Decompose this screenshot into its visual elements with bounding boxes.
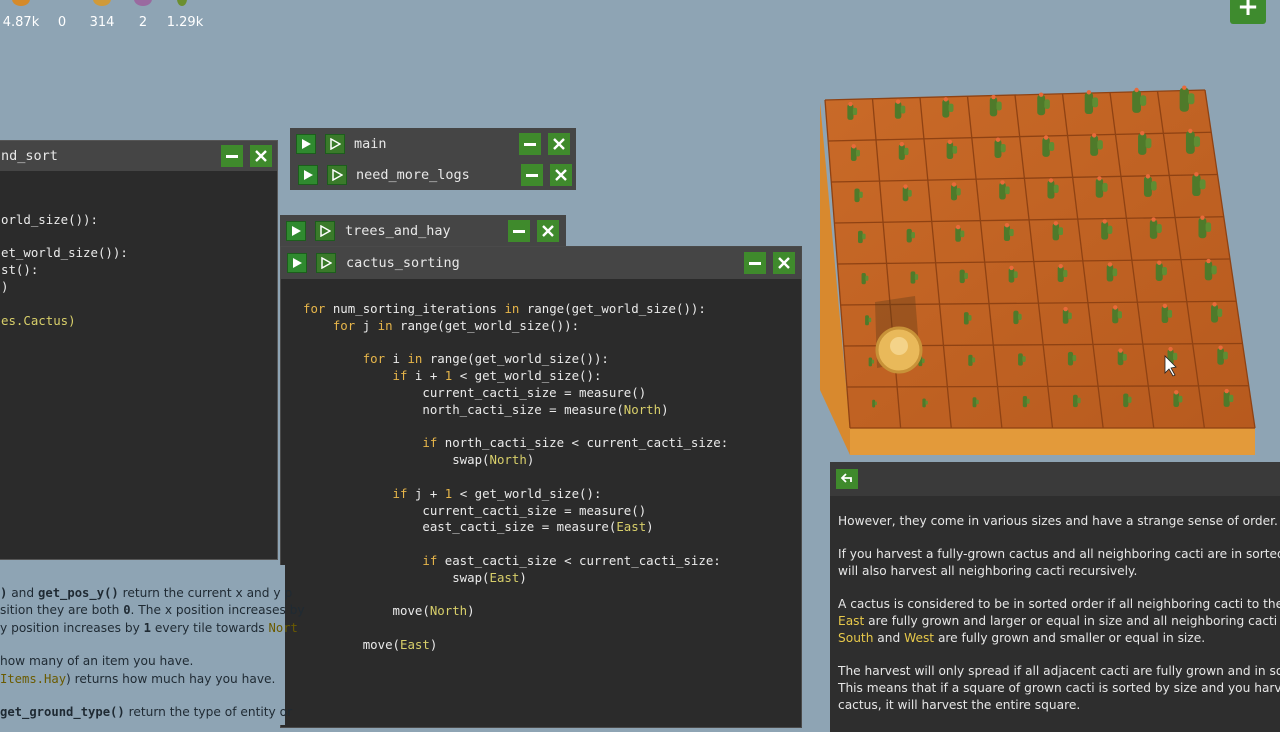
close-icon bbox=[542, 225, 554, 237]
drone bbox=[875, 296, 923, 374]
code-line: for i in range(get_world_size()): bbox=[362, 351, 609, 367]
play-icon bbox=[304, 170, 313, 180]
left-code-editor[interactable]: orld_size()): et_world_size()): st(): ) … bbox=[1, 195, 128, 329]
window-cactus-sorting[interactable]: cactus_sorting for num_sorting_iteration… bbox=[280, 246, 802, 728]
run-button[interactable] bbox=[296, 134, 316, 154]
close-icon bbox=[778, 257, 790, 269]
code-line: for num_sorting_iterations in range(get_… bbox=[303, 301, 706, 316]
docs-line: how many of an item you have. bbox=[0, 654, 194, 668]
window-title: need_more_logs bbox=[356, 167, 470, 183]
minimize-button[interactable] bbox=[521, 164, 543, 186]
back-button[interactable] bbox=[836, 469, 858, 489]
step-button[interactable] bbox=[325, 134, 345, 154]
help-paragraph: cactus, it will harvest the entire squar… bbox=[838, 698, 1081, 712]
run-button[interactable] bbox=[298, 165, 318, 185]
help-panel[interactable]: However, they come in various sizes and … bbox=[830, 462, 1280, 732]
farm-world[interactable] bbox=[815, 60, 1280, 465]
code-line: if j + 1 < get_world_size(): bbox=[392, 485, 602, 501]
window-left-partial[interactable]: nd_sort orld_size()): et_world_size()): … bbox=[0, 140, 278, 560]
code-line: for j in range(get_world_size()): bbox=[332, 317, 580, 333]
code-line: current_cacti_size = measure() bbox=[422, 384, 647, 400]
cactus-window-titlebar[interactable]: cactus_sorting bbox=[281, 247, 801, 279]
window-main-group[interactable]: main need_more_logs bbox=[290, 128, 576, 190]
help-paragraph: If you harvest a fully-grown cactus and … bbox=[838, 547, 1280, 561]
window-title: main bbox=[354, 136, 387, 152]
add-window-button[interactable]: + bbox=[1230, 0, 1266, 24]
window-need-more-logs[interactable]: need_more_logs bbox=[290, 161, 576, 189]
docs-line: y position increases by 1 every tile tow… bbox=[0, 621, 298, 635]
minimize-button[interactable] bbox=[744, 252, 766, 274]
code-line: orld_size()): bbox=[1, 211, 98, 227]
step-button[interactable] bbox=[315, 221, 335, 241]
step-button[interactable] bbox=[327, 165, 347, 185]
cactus-icon bbox=[177, 0, 187, 6]
code-line: ) bbox=[1, 278, 9, 294]
code-line: move(North) bbox=[392, 603, 475, 619]
close-button[interactable] bbox=[550, 164, 572, 186]
window-title: cactus_sorting bbox=[346, 255, 460, 271]
help-paragraph: This means that if a square of grown cac… bbox=[838, 681, 1280, 695]
window-main[interactable]: main bbox=[290, 130, 576, 158]
code-line: east_cacti_size = measure(East) bbox=[422, 519, 654, 535]
play-icon bbox=[292, 226, 301, 236]
step-icon bbox=[330, 138, 341, 150]
left-window-titlebar[interactable]: nd_sort bbox=[0, 141, 277, 171]
wood-icon bbox=[12, 0, 30, 6]
code-line: if east_cacti_size < current_cacti_size: bbox=[422, 552, 721, 568]
close-button[interactable] bbox=[773, 252, 795, 274]
code-line: et_world_size()): bbox=[1, 245, 128, 261]
farm-front-wall bbox=[850, 428, 1255, 455]
help-paragraph: A cactus is considered to be in sorted o… bbox=[838, 597, 1280, 611]
minimize-button[interactable] bbox=[519, 133, 541, 155]
step-icon bbox=[321, 257, 332, 269]
help-paragraph: However, they come in various sizes and … bbox=[838, 514, 1278, 528]
close-button[interactable] bbox=[548, 133, 570, 155]
code-line: if north_cacti_size < current_cacti_size… bbox=[422, 435, 729, 451]
left-window-title: nd_sort bbox=[1, 148, 58, 164]
play-icon bbox=[293, 258, 302, 268]
close-icon bbox=[553, 138, 565, 150]
close-icon bbox=[555, 169, 567, 181]
carrot-icon bbox=[93, 0, 111, 6]
code-line: es.Cactus) bbox=[1, 312, 76, 328]
window-title: trees_and_hay bbox=[345, 223, 451, 239]
code-line: move(East) bbox=[362, 636, 438, 652]
minimize-button[interactable] bbox=[508, 220, 530, 242]
docs-line: ) and get_pos_y() return the current x a… bbox=[0, 586, 293, 600]
play-icon bbox=[302, 139, 311, 149]
minimize-button[interactable] bbox=[221, 145, 243, 167]
run-button[interactable] bbox=[286, 221, 306, 241]
help-paragraph: The harvest will only spread if all adja… bbox=[838, 664, 1280, 678]
code-line: st(): bbox=[1, 262, 39, 278]
code-line: current_cacti_size = measure() bbox=[422, 502, 647, 518]
docs-line: get_ground_type() return the type of ent… bbox=[0, 705, 293, 719]
pumpkin-icon bbox=[134, 0, 152, 6]
docs-panel: ) and get_pos_y() return the current x a… bbox=[0, 565, 305, 725]
help-paragraph: East are fully grown and larger or equal… bbox=[838, 614, 1280, 628]
docs-line: Items.Hay) returns how much hay you have… bbox=[0, 672, 276, 686]
close-button[interactable] bbox=[250, 145, 272, 167]
close-button[interactable] bbox=[537, 220, 559, 242]
back-icon bbox=[840, 473, 852, 483]
window-trees-and-hay[interactable]: trees_and_hay bbox=[280, 215, 566, 247]
docs-line: sition they are both 0. The x position i… bbox=[0, 603, 305, 617]
step-button[interactable] bbox=[316, 253, 336, 273]
code-line: north_cacti_size = measure(North) bbox=[422, 401, 669, 417]
run-button[interactable] bbox=[287, 253, 307, 273]
code-line: swap(East) bbox=[452, 569, 527, 585]
code-line: if i + 1 < get_world_size(): bbox=[392, 368, 602, 384]
step-icon bbox=[320, 225, 331, 237]
step-icon bbox=[332, 169, 343, 181]
help-paragraph: will also harvest all neighboring cacti … bbox=[838, 564, 1138, 578]
close-icon bbox=[255, 150, 267, 162]
cactus-code-editor[interactable]: for num_sorting_iterations in range(get_… bbox=[303, 301, 728, 654]
code-line: swap(North) bbox=[452, 452, 535, 468]
help-paragraph: South and West are fully grown and small… bbox=[838, 631, 1206, 645]
help-toolbar bbox=[830, 462, 1280, 496]
